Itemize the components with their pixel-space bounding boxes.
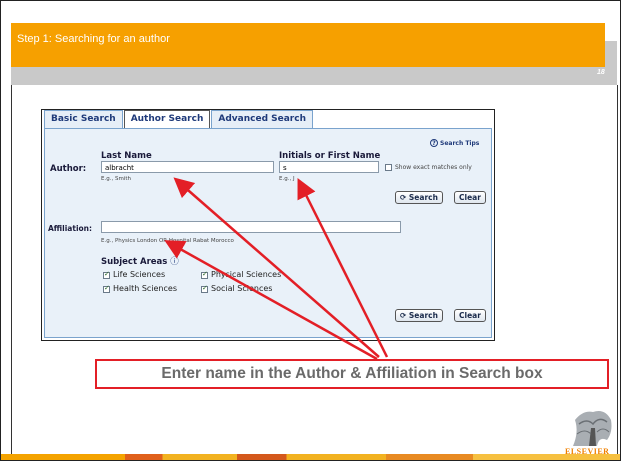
instruction-callout: Enter name in the Author & Affiliation i… <box>95 359 609 389</box>
slide: Step 1: Searching for an author 18 Basic… <box>0 0 621 461</box>
arrow-to-last-name <box>173 177 380 358</box>
bottom-color-strip <box>1 454 620 460</box>
annotation-arrows <box>164 177 389 361</box>
arrow-to-initials <box>297 178 389 358</box>
arrow-to-affiliation <box>164 240 378 361</box>
elsevier-tree-logo <box>573 411 612 446</box>
